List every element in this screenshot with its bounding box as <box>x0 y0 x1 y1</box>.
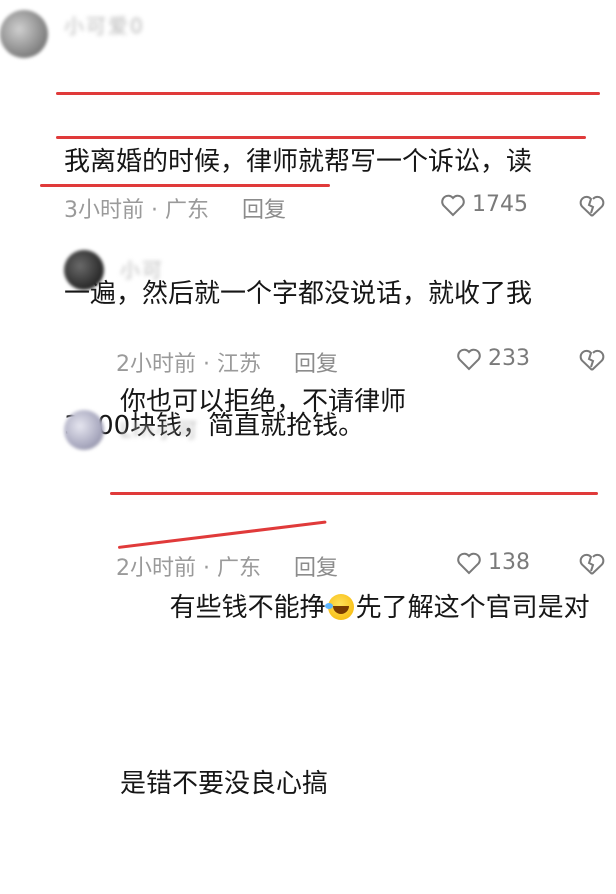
comment-1: 小可爱0 我离婚的时候，律师就帮写一个诉讼，读 一遍，然后就一个字都没说话，就收… <box>0 0 616 441</box>
username[interactable]: 小可爱0 <box>64 10 145 39</box>
heart-broken-icon[interactable] <box>578 194 606 222</box>
location: 江苏 <box>217 352 262 377</box>
comment-meta: 3小时前 · 广东 回复 <box>64 192 286 224</box>
like-button[interactable]: 138 <box>456 550 530 575</box>
heart-broken-icon[interactable] <box>578 552 606 580</box>
comment-3: Lln小可 有些钱不能挣 先了解这个官司是对 是错不要没良心搞 2小时前 · 广东… <box>0 404 616 799</box>
highlight-underline <box>40 184 330 187</box>
like-count: 233 <box>488 346 530 371</box>
laughing-emoji-icon <box>324 594 354 620</box>
username[interactable]: 小可 <box>120 254 164 283</box>
like-count: 1745 <box>472 192 528 217</box>
comment-line: 我离婚的时候，律师就帮写一个诉讼，读 <box>64 147 533 177</box>
location: 广东 <box>217 556 262 581</box>
reply-button[interactable]: 回复 <box>242 198 286 223</box>
comment-text: 有些钱不能挣 先了解这个官司是对 是错不要没良心搞 <box>120 454 600 894</box>
timestamp: 2小时前 <box>116 352 196 377</box>
timestamp: 3小时前 <box>64 198 144 223</box>
highlight-underline <box>110 492 598 495</box>
highlight-underline <box>56 92 600 95</box>
like-count: 138 <box>488 550 530 575</box>
heart-broken-icon[interactable] <box>578 348 606 376</box>
meta-separator: · <box>203 556 210 581</box>
timestamp: 2小时前 <box>116 556 196 581</box>
heart-icon <box>456 551 482 575</box>
avatar[interactable] <box>0 10 48 58</box>
comment-meta: 2小时前 · 江苏 回复 <box>116 346 338 378</box>
location: 广东 <box>165 198 210 223</box>
like-button[interactable]: 1745 <box>440 192 528 217</box>
heart-icon <box>440 193 466 217</box>
comment-meta: 2小时前 · 广东 回复 <box>116 550 338 582</box>
comment-2: 小可 你也可以拒绝，不请律师 2小时前 · 江苏 回复 233 <box>0 240 616 417</box>
meta-separator: · <box>151 198 158 223</box>
highlight-underline <box>56 136 586 139</box>
reply-button[interactable]: 回复 <box>294 352 338 377</box>
like-button[interactable]: 233 <box>456 346 530 371</box>
reply-button[interactable]: 回复 <box>294 556 338 581</box>
username[interactable]: Lln小可 <box>120 414 199 443</box>
meta-separator: · <box>203 352 210 377</box>
avatar[interactable] <box>64 250 104 290</box>
avatar[interactable] <box>64 410 104 450</box>
comment-line: 是错不要没良心搞 <box>120 769 329 799</box>
heart-icon <box>456 347 482 371</box>
